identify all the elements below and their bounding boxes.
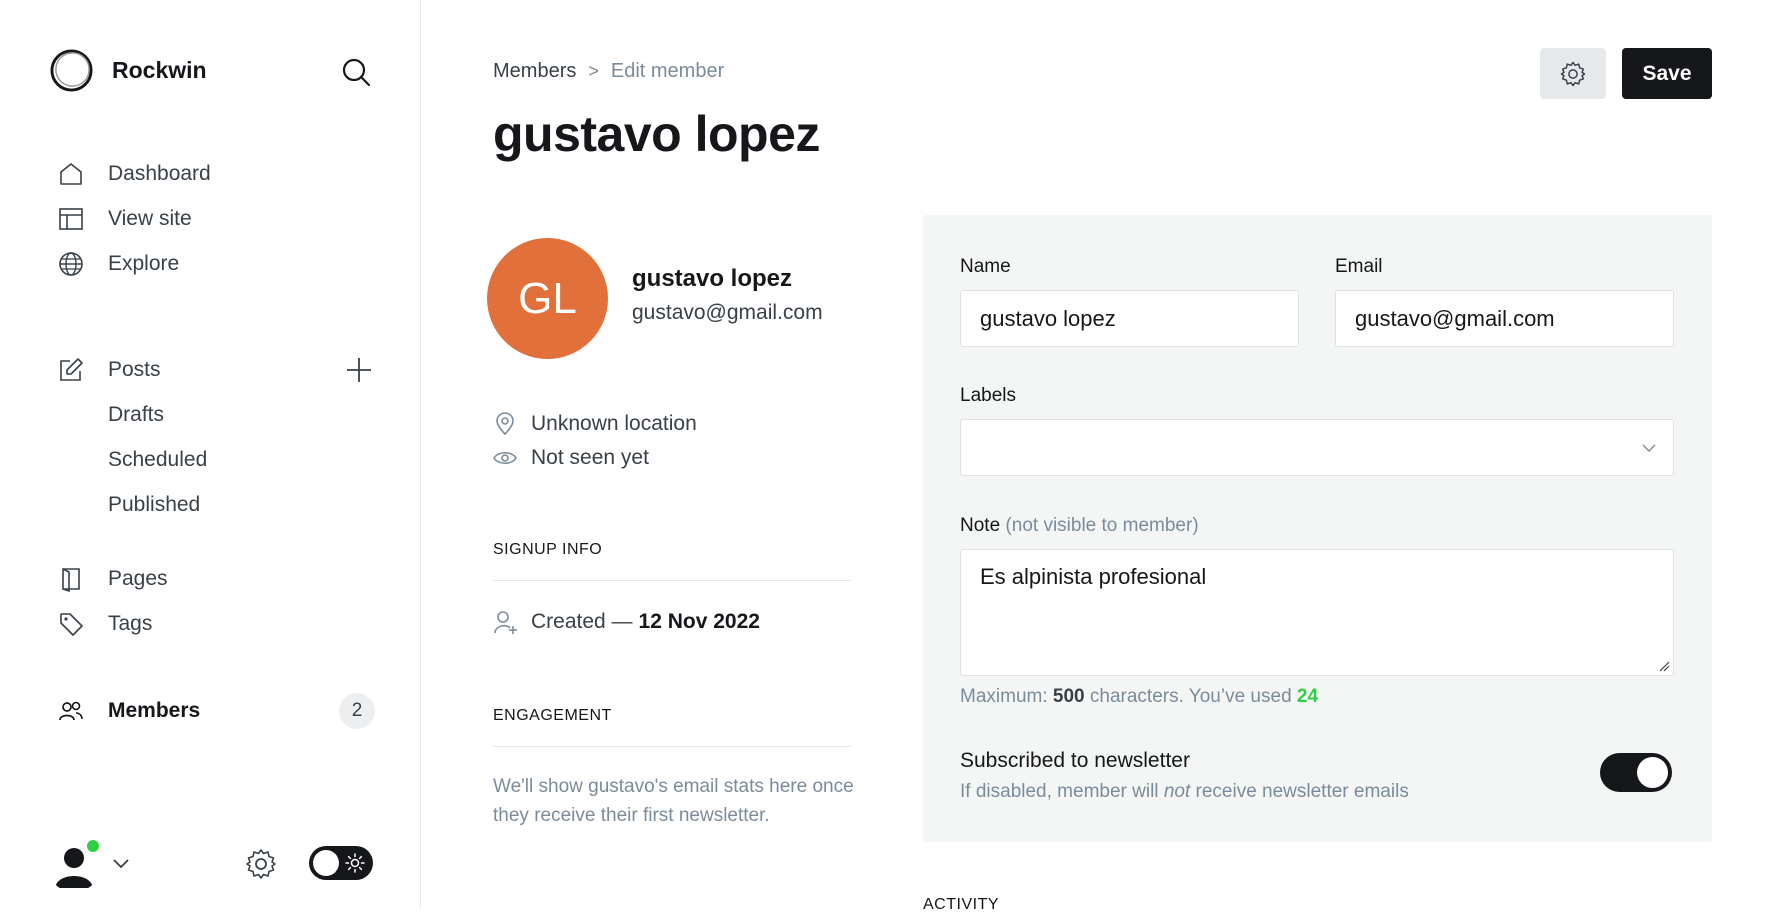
page-title: gustavo lopez [493, 106, 820, 162]
divider [493, 580, 851, 581]
members-icon [59, 701, 83, 721]
nav-scheduled[interactable]: Scheduled [108, 442, 207, 478]
brand[interactable]: Rockwin [49, 48, 207, 93]
nav-dashboard-label: Dashboard [108, 162, 211, 185]
gear-icon [1560, 61, 1586, 86]
created-info: Created — 12 Nov 2022 [493, 609, 760, 635]
home-icon [60, 163, 82, 185]
labels-select[interactable] [960, 419, 1674, 476]
divider [493, 746, 851, 747]
eye-icon [493, 451, 517, 465]
created-label: Created — [531, 610, 633, 633]
user-add-icon [494, 611, 517, 634]
created-date: 12 Nov 2022 [638, 610, 760, 633]
note-label-text: Note [960, 515, 1001, 536]
nav-pages-label: Pages [108, 567, 168, 590]
newsletter-toggle[interactable] [1600, 753, 1672, 792]
note-character-counter: Maximum: 500 characters. You’ve used 24 [960, 686, 1318, 708]
tag-icon [60, 613, 83, 636]
search-icon[interactable] [340, 56, 372, 88]
counter-max: 500 [1052, 686, 1085, 707]
nav-tags-label: Tags [108, 612, 153, 635]
nav-pages[interactable]: Pages [58, 561, 168, 597]
member-last-seen-text: Not seen yet [531, 446, 649, 469]
member-location-text: Unknown location [531, 412, 697, 435]
newsletter-title: Subscribed to newsletter [960, 749, 1190, 772]
nav-posts-label: Posts [108, 358, 161, 381]
note-value: Es alpinista profesional [980, 564, 1207, 589]
nav-explore[interactable]: Explore [58, 246, 179, 282]
newsletter-toggle-knob [1637, 757, 1668, 788]
counter-used: 24 [1296, 686, 1319, 707]
nav-drafts[interactable]: Drafts [108, 397, 164, 433]
name-field[interactable]: gustavo lopez [960, 290, 1299, 347]
page-icon [62, 568, 80, 592]
member-settings-button[interactable] [1540, 48, 1606, 99]
chevron-down-icon [1642, 444, 1656, 452]
nav-tags[interactable]: Tags [58, 606, 152, 642]
brand-name: Rockwin [112, 57, 207, 83]
globe-icon [59, 252, 83, 276]
resize-handle-icon[interactable] [1658, 660, 1670, 672]
nav-published[interactable]: Published [108, 487, 200, 523]
member-name: gustavo lopez [632, 265, 793, 292]
breadcrumb-current: Edit member [610, 60, 725, 82]
activity-heading: ACTIVITY [923, 896, 1000, 913]
nav-posts[interactable]: Posts [58, 352, 161, 388]
breadcrumb-members[interactable]: Members [493, 60, 576, 83]
nav-members-label: Members [108, 699, 201, 722]
online-status-dot [85, 838, 101, 854]
email-label: Email [1335, 256, 1383, 277]
chevron-down-icon[interactable] [110, 852, 132, 874]
signup-info-heading: SIGNUP INFO [493, 541, 603, 558]
member-avatar: GL [487, 238, 608, 359]
note-textarea[interactable]: Es alpinista profesional [960, 549, 1674, 676]
sidebar: Rockwin Dashboard View site Explore Post… [0, 0, 421, 908]
breadcrumb: Members > Edit member [493, 60, 724, 83]
counter-prefix: Maximum: [960, 686, 1048, 707]
member-last-seen: Not seen yet [493, 446, 649, 470]
note-label: Note (not visible to member) [960, 515, 1199, 537]
newsletter-desc-2: receive newsletter emails [1195, 781, 1409, 802]
save-button[interactable]: Save [1622, 48, 1712, 99]
nav-members[interactable]: Members [58, 693, 200, 729]
member-location: Unknown location [493, 412, 697, 436]
engagement-heading: ENGAGEMENT [493, 707, 612, 724]
theme-toggle-knob [313, 850, 339, 876]
edit-icon [60, 358, 83, 381]
add-post-icon[interactable] [345, 356, 373, 384]
nav-view-site-label: View site [108, 207, 192, 230]
nav-dashboard[interactable]: Dashboard [58, 156, 211, 192]
nav-explore-label: Explore [108, 252, 180, 275]
nav-view-site[interactable]: View site [58, 201, 192, 237]
newsletter-description: If disabled, member will not receive new… [960, 781, 1409, 803]
settings-gear-icon[interactable] [244, 847, 278, 881]
members-count-badge: 2 [339, 693, 375, 729]
location-pin-icon [496, 412, 514, 436]
labels-label: Labels [960, 385, 1016, 406]
sun-icon [345, 853, 365, 873]
name-label: Name [960, 256, 1011, 277]
member-email: gustavo@gmail.com [632, 301, 823, 324]
newsletter-desc-emphasis: not [1163, 781, 1191, 802]
email-field[interactable]: gustavo@gmail.com [1335, 290, 1674, 347]
note-hint: (not visible to member) [1005, 515, 1199, 536]
brand-logo-icon [50, 49, 93, 92]
engagement-text: We'll show gustavo's email stats here on… [493, 776, 854, 826]
theme-toggle[interactable] [309, 846, 373, 880]
newsletter-desc-1: If disabled, member will [960, 781, 1159, 802]
layout-icon [59, 208, 83, 230]
breadcrumb-separator: > [588, 61, 599, 81]
counter-mid: characters. You’ve used [1089, 686, 1292, 707]
